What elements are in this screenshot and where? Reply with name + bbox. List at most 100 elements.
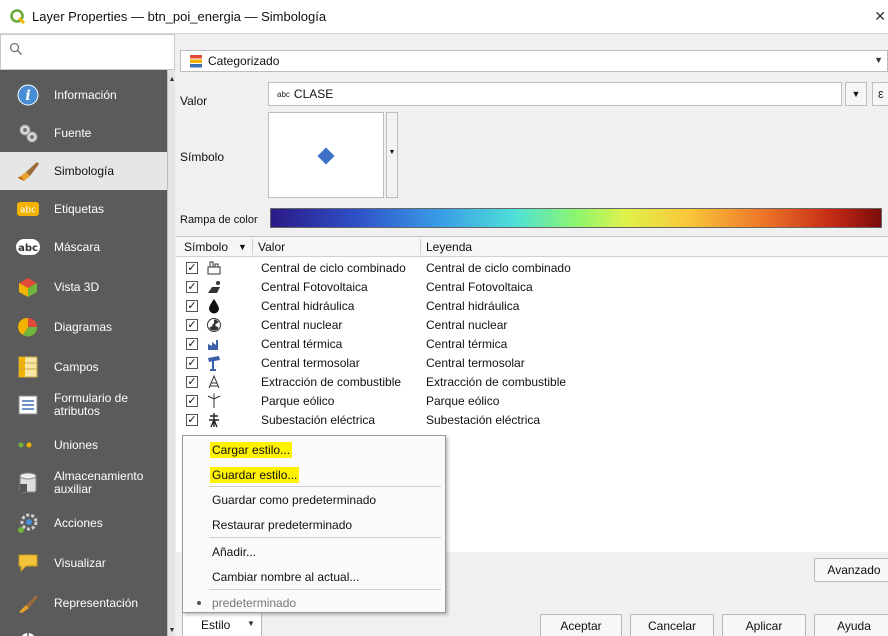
table-row[interactable]: ✓ Parque eólico Parque eólico: [176, 392, 888, 411]
row-value: Central de ciclo combinado: [261, 261, 406, 275]
thermal-plant-icon: [208, 340, 218, 350]
sidebar-item-visualizar[interactable]: Visualizar: [0, 544, 167, 582]
rampa-label: Rampa de color: [180, 214, 258, 226]
valor-label: Valor: [180, 94, 208, 108]
string-type-icon: abc: [277, 89, 290, 99]
row-legend: Extracción de combustible: [426, 375, 567, 389]
row-legend: Central hidráulica: [426, 299, 520, 313]
estilo-button[interactable]: Estilo ▼: [182, 612, 262, 636]
valor-value: CLASE: [293, 87, 334, 101]
row-checkbox[interactable]: ✓: [186, 376, 198, 388]
sidebar-item-fuente[interactable]: Fuente: [0, 114, 167, 152]
row-checkbox[interactable]: ✓: [186, 300, 198, 312]
diamond-symbol-icon: [317, 147, 335, 165]
expression-button[interactable]: ε: [872, 82, 888, 106]
table-row[interactable]: ✓ Subestación eléctrica Subestación eléc…: [176, 411, 888, 430]
row-checkbox[interactable]: ✓: [186, 395, 198, 407]
row-checkbox[interactable]: ✓: [186, 357, 198, 369]
row-checkbox[interactable]: ✓: [186, 281, 198, 293]
sidebar-item-campos[interactable]: Campos: [0, 348, 167, 386]
color-ramp-button[interactable]: [270, 208, 882, 228]
menu-item-cargar-estilo[interactable]: Cargar estilo...: [210, 442, 293, 458]
joins-icon: [16, 433, 40, 457]
valor-dropdown-button[interactable]: ▼: [845, 82, 867, 106]
header-leyenda[interactable]: Leyenda: [426, 240, 472, 254]
sidebar-item-more[interactable]: [0, 622, 167, 636]
scroll-down-icon[interactable]: ▼: [168, 627, 176, 634]
sidebar-item-diagramas[interactable]: Diagramas: [0, 308, 167, 346]
table-row[interactable]: ✓ Central Fotovoltaica Central Fotovolta…: [176, 278, 888, 297]
search-input[interactable]: [0, 34, 175, 70]
window-title: Layer Properties — btn_poi_energia — Sim…: [32, 9, 327, 24]
table-row[interactable]: ✓ Central termosolar Central termosolar: [176, 354, 888, 373]
row-checkbox[interactable]: ✓: [186, 319, 198, 331]
sidebar-item-label: Representación: [54, 595, 139, 610]
symbol-button[interactable]: [268, 112, 384, 198]
menu-item-restaurar-predeterminado[interactable]: Restaurar predeterminado: [212, 518, 352, 532]
fields-icon: [16, 355, 40, 379]
auxiliary-storage-icon: [16, 471, 40, 495]
row-value: Central térmica: [261, 337, 343, 351]
sidebar-item-formulario-atributos[interactable]: Formulario de atributos: [0, 386, 167, 424]
aplicar-button[interactable]: Aplicar: [722, 614, 806, 636]
cancelar-button[interactable]: Cancelar: [630, 614, 714, 636]
sidebar-item-etiquetas[interactable]: abc Etiquetas: [0, 190, 167, 228]
sidebar-scrollbar[interactable]: ▲ ▼: [167, 70, 175, 636]
sidebar-item-uniones[interactable]: Uniones: [0, 426, 167, 464]
renderer-select[interactable]: Categorizado ▼: [180, 50, 888, 72]
row-legend: Central térmica: [426, 337, 508, 351]
aceptar-button[interactable]: Aceptar: [540, 614, 622, 636]
sidebar-item-label: Diagramas: [54, 319, 113, 334]
sidebar-item-almacenamiento-auxiliar[interactable]: Almacenamiento auxiliar: [0, 464, 167, 502]
sidebar-item-label: Formulario de atributos: [54, 391, 129, 418]
valor-field-select[interactable]: abc CLASE: [268, 82, 842, 106]
row-value: Parque eólico: [261, 394, 335, 408]
row-legend: Central termosolar: [426, 356, 525, 370]
row-value: Central Fotovoltaica: [261, 280, 368, 294]
row-value: Extracción de combustible: [261, 375, 402, 389]
menu-item-cambiar-nombre[interactable]: Cambiar nombre al actual...: [212, 570, 359, 584]
wind-turbine-icon: [207, 393, 221, 408]
simbolo-label: Símbolo: [180, 150, 225, 164]
more-icon: [16, 629, 40, 636]
ayuda-button[interactable]: Ayuda: [814, 614, 888, 636]
svg-text:abc: abc: [20, 206, 36, 216]
symbol-dropdown-button[interactable]: ▼: [386, 112, 398, 198]
row-checkbox[interactable]: ✓: [186, 338, 198, 350]
hydraulic-drop-icon: [209, 299, 219, 314]
title-bar: Layer Properties — btn_poi_energia — Sim…: [0, 0, 888, 34]
table-row[interactable]: ✓ Central térmica Central térmica: [176, 335, 888, 354]
sidebar-item-mascara[interactable]: abc Máscara: [0, 228, 167, 266]
actions-icon: [16, 511, 40, 535]
sidebar-item-acciones[interactable]: Acciones: [0, 504, 167, 542]
sidebar-item-representacion[interactable]: Representación: [0, 584, 167, 622]
sidebar-item-simbologia[interactable]: Simbología: [0, 152, 167, 190]
sort-icon[interactable]: ▼: [238, 242, 247, 252]
nuclear-icon: [207, 318, 221, 332]
qgis-logo-icon: [10, 8, 25, 24]
menu-item-anadir[interactable]: Añadir...: [212, 545, 256, 559]
table-row[interactable]: ✓ Central nuclear Central nuclear: [176, 316, 888, 335]
symbology-icon: [16, 159, 40, 183]
sidebar-item-informacion[interactable]: i Información: [0, 76, 167, 114]
menu-item-guardar-estilo[interactable]: Guardar estilo...: [210, 467, 300, 483]
row-checkbox[interactable]: ✓: [186, 262, 198, 274]
close-icon[interactable]: ✕: [874, 8, 886, 25]
avanzado-button[interactable]: Avanzado: [814, 558, 888, 582]
menu-item-guardar-predeterminado[interactable]: Guardar como predeterminado: [212, 493, 376, 507]
chevron-down-icon: ▼: [874, 55, 883, 65]
svg-text:i: i: [25, 88, 30, 104]
menu-item-predeterminado[interactable]: predeterminado: [212, 596, 296, 610]
display-icon: [16, 551, 40, 575]
header-simbolo[interactable]: Símbolo: [184, 240, 228, 254]
sidebar-item-label: Uniones: [54, 437, 99, 452]
scroll-up-icon[interactable]: ▲: [168, 76, 176, 83]
table-row[interactable]: ✓ Central de ciclo combinado Central de …: [176, 259, 888, 278]
estilo-label: Estilo: [201, 618, 231, 632]
table-row[interactable]: ✓ Extracción de combustible Extracción d…: [176, 373, 888, 392]
row-legend: Subestación eléctrica: [426, 413, 541, 427]
table-row[interactable]: ✓ Central hidráulica Central hidráulica: [176, 297, 888, 316]
row-checkbox[interactable]: ✓: [186, 414, 198, 426]
sidebar-item-vista-3d[interactable]: Vista 3D: [0, 268, 167, 306]
header-valor[interactable]: Valor: [258, 240, 285, 254]
